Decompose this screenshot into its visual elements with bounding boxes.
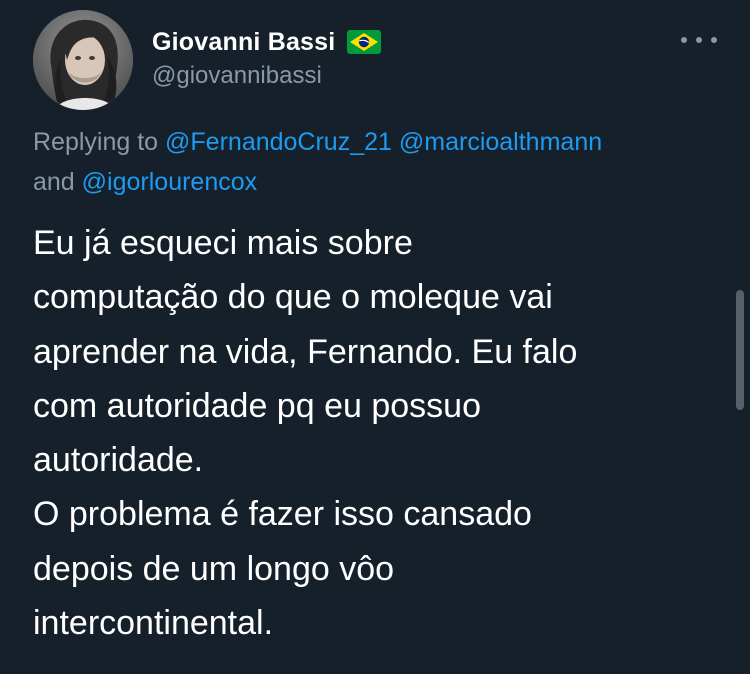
replying-to-prefix: Replying to <box>33 128 159 156</box>
avatar-photo <box>33 10 133 110</box>
dot-icon <box>681 37 687 43</box>
tweet-text-line: O problema é fazer isso cansado <box>33 495 532 534</box>
mention-link[interactable]: @marcioalthmann <box>399 128 602 156</box>
brazil-flag-icon <box>347 30 382 54</box>
tweet-text-line: Eu já esqueci mais sobre <box>33 224 413 262</box>
display-name[interactable]: Giovanni Bassi <box>152 28 335 57</box>
tweet-text: Eu já esqueci mais sobre computação do q… <box>33 216 723 650</box>
tweet-text-line: intercontinental. <box>33 604 274 643</box>
dot-icon <box>696 37 702 43</box>
dot-icon <box>711 37 717 43</box>
tweet-text-line: com autoridade pq eu possuo <box>33 386 481 425</box>
avatar[interactable] <box>33 10 133 110</box>
author-handle[interactable]: @giovannibassi <box>152 62 322 90</box>
author-name-row: Giovanni Bassi <box>152 24 382 60</box>
mention-link[interactable]: @igorlourencox <box>82 168 257 196</box>
replying-to: Replying to @FernandoCruz_21 @marcioalth… <box>33 122 723 202</box>
tweet-text-line: autoridade. <box>33 441 204 480</box>
scrollbar[interactable] <box>736 290 744 410</box>
tweet: Giovanni Bassi @giovannibassi Replying t… <box>0 0 750 674</box>
tweet-text-line: aprender na vida, Fernando. Eu falo <box>33 332 578 371</box>
tweet-text-line: depois de um longo vôo <box>33 549 395 588</box>
tweet-text-line: computação do que o moleque vai <box>33 278 553 317</box>
mention-link[interactable]: @FernandoCruz_21 <box>165 128 392 156</box>
more-options-icon[interactable] <box>681 30 717 50</box>
replying-to-conjunction: and <box>33 168 75 196</box>
